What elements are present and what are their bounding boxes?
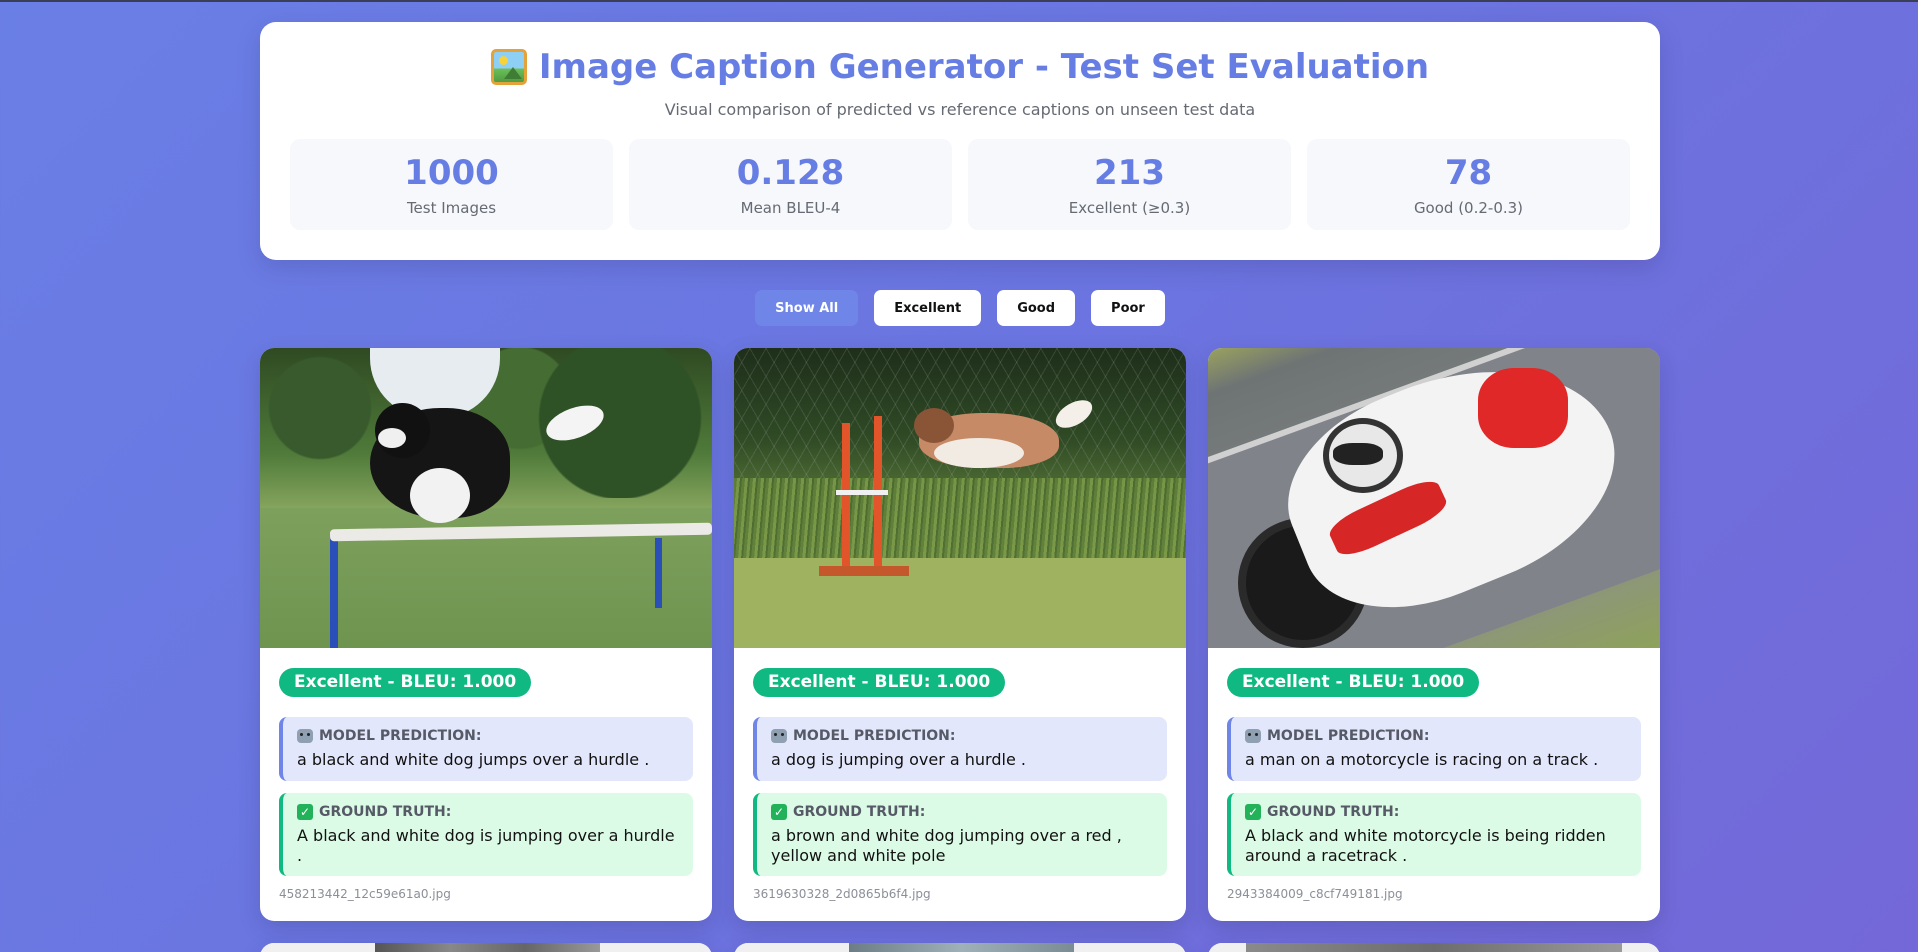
card-image: [1208, 943, 1660, 952]
stat-label: Test Images: [406, 198, 497, 217]
prediction-label: MODEL PREDICTION:: [793, 728, 956, 744]
prediction-text: a dog is jumping over a hurdle .: [771, 750, 1026, 769]
stat-good: 78 Good (0.2-0.3): [1307, 139, 1630, 230]
prediction-box: MODEL PREDICTION: a man on a motorcycle …: [1227, 717, 1641, 781]
filter-excellent-button[interactable]: Excellent: [874, 290, 982, 326]
framed-picture-icon: [490, 49, 527, 85]
card-image-motorcycle: [1208, 348, 1660, 648]
result-card: Excellent - BLEU: 1.000 MODEL PREDICTION…: [260, 348, 712, 921]
ground-truth-box: ✓ GROUND TRUTH: a brown and white dog jum…: [753, 793, 1167, 876]
filter-good-button[interactable]: Good: [997, 290, 1076, 326]
prediction-box: MODEL PREDICTION: a dog is jumping over …: [753, 717, 1167, 781]
card-image: [260, 943, 712, 952]
prediction-text: a black and white dog jumps over a hurdl…: [297, 750, 650, 769]
result-card: [1208, 943, 1660, 952]
ground-truth-label: GROUND TRUTH:: [793, 804, 926, 820]
stat-value: 213: [1094, 152, 1165, 193]
stat-test-images: 1000 Test Images: [290, 139, 613, 230]
stat-value: 1000: [404, 152, 499, 193]
robot-icon: [1245, 729, 1261, 743]
prediction-label: MODEL PREDICTION:: [319, 728, 482, 744]
header-panel: Image Caption Generator - Test Set Evalu…: [260, 22, 1660, 260]
window-top-border: [0, 0, 1918, 2]
filter-bar: Show All Excellent Good Poor: [260, 290, 1660, 328]
ground-truth-text: A black and white motorcycle is being ri…: [1245, 826, 1606, 865]
prediction-text: a man on a motorcycle is racing on a tra…: [1245, 750, 1599, 769]
card-image-dog-hurdle: [260, 348, 712, 648]
result-card: [260, 943, 712, 952]
page-subtitle: Visual comparison of predicted vs refere…: [664, 100, 1256, 119]
check-mark-icon: ✓: [297, 804, 313, 820]
stat-label: Excellent (≥0.3): [1068, 198, 1191, 217]
image-filename: 458213442_12c59e61a0.jpg: [279, 887, 451, 901]
bleu-badge: Excellent - BLEU: 1.000: [1227, 668, 1480, 697]
check-mark-icon: ✓: [771, 804, 787, 820]
card-image: [734, 943, 1186, 952]
filter-show-all-button[interactable]: Show All: [755, 290, 859, 326]
page-title-text: Image Caption Generator - Test Set Evalu…: [538, 47, 1430, 87]
check-mark-icon: ✓: [1245, 804, 1261, 820]
page-container: Image Caption Generator - Test Set Evalu…: [260, 22, 1660, 952]
stat-label: Good (0.2-0.3): [1413, 198, 1524, 217]
image-filename: 3619630328_2d0865b6f4.jpg: [753, 887, 931, 901]
ground-truth-label: GROUND TRUTH:: [1267, 804, 1400, 820]
filter-poor-button[interactable]: Poor: [1091, 290, 1165, 326]
card-image-dog-jumping-pole: [734, 348, 1186, 648]
stat-excellent: 213 Excellent (≥0.3): [968, 139, 1291, 230]
stats-row: 1000 Test Images 0.128 Mean BLEU-4 213 E…: [290, 139, 1630, 230]
ground-truth-box: ✓ GROUND TRUTH: A black and white dog is …: [279, 793, 693, 876]
prediction-label: MODEL PREDICTION:: [1267, 728, 1430, 744]
ground-truth-box: ✓ GROUND TRUTH: A black and white motorcy…: [1227, 793, 1641, 876]
robot-icon: [771, 729, 787, 743]
stat-value: 0.128: [736, 152, 845, 193]
ground-truth-label: GROUND TRUTH:: [319, 804, 452, 820]
result-card: Excellent - BLEU: 1.000 MODEL PREDICTION…: [1208, 348, 1660, 921]
page-title: Image Caption Generator - Test Set Evalu…: [290, 46, 1630, 88]
stat-value: 78: [1444, 152, 1493, 193]
bleu-badge: Excellent - BLEU: 1.000: [279, 668, 532, 697]
image-filename: 2943384009_c8cf749181.jpg: [1227, 887, 1403, 901]
ground-truth-text: a brown and white dog jumping over a red…: [771, 826, 1122, 865]
robot-icon: [297, 729, 313, 743]
bleu-badge: Excellent - BLEU: 1.000: [753, 668, 1006, 697]
stat-mean-bleu: 0.128 Mean BLEU-4: [629, 139, 952, 230]
results-grid: Excellent - BLEU: 1.000 MODEL PREDICTION…: [260, 348, 1660, 952]
prediction-box: MODEL PREDICTION: a black and white dog …: [279, 717, 693, 781]
ground-truth-text: A black and white dog is jumping over a …: [297, 826, 675, 865]
result-card: [734, 943, 1186, 952]
result-card: Excellent - BLEU: 1.000 MODEL PREDICTION…: [734, 348, 1186, 921]
stat-label: Mean BLEU-4: [740, 198, 841, 217]
